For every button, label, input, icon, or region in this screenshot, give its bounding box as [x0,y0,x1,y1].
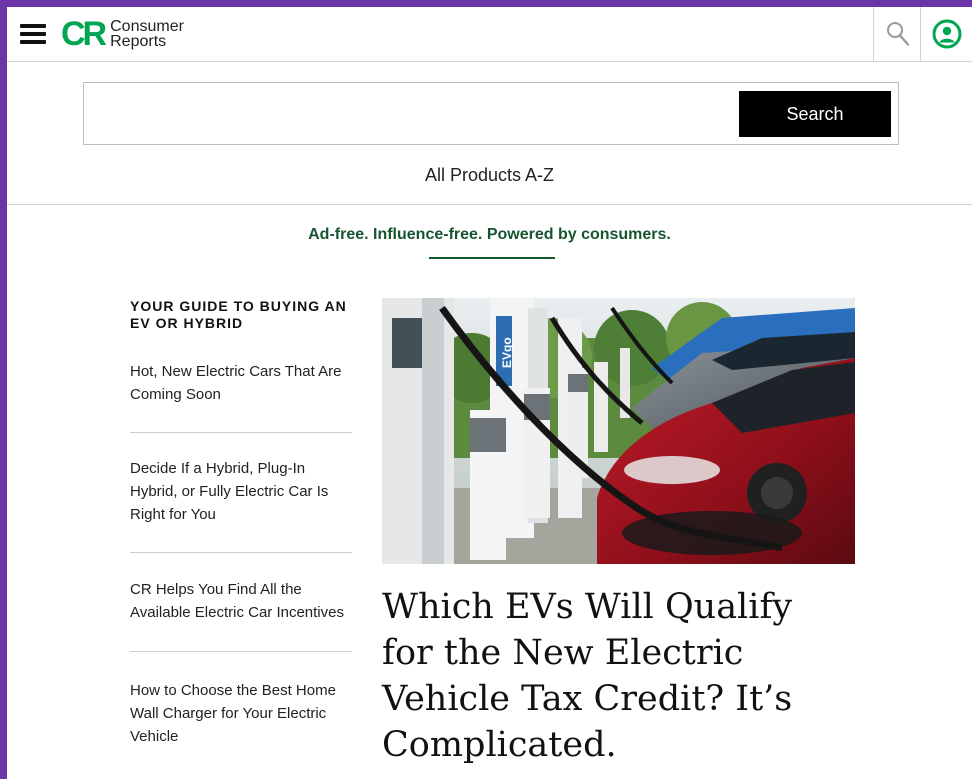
search-icon [886,22,909,46]
guide-list: Hot, New Electric Cars That Are Coming S… [130,332,352,748]
account-icon [932,19,962,49]
consumer-reports-logo[interactable]: CR Consumer Reports [61,13,184,55]
ev-charging-photo: EVgo [382,298,855,564]
ev-guide-sidebar: YOUR GUIDE TO BUYING AN EV OR HYBRID Hot… [130,298,352,748]
search-panel: Search All Products A-Z [7,62,972,205]
guide-link-home-wall-charger[interactable]: How to Choose the Best Home Wall Charger… [130,652,352,748]
guide-link-ev-incentives[interactable]: CR Helps You Find All the Available Elec… [130,553,352,652]
guide-title: YOUR GUIDE TO BUYING AN EV OR HYBRID [130,298,347,331]
search-button[interactable]: Search [739,91,891,137]
search-input[interactable] [90,91,734,137]
hero-charger-brand-label: EVgo [500,337,514,368]
site-header: CR Consumer Reports [7,7,972,62]
guide-link-hybrid-vs-electric[interactable]: Decide If a Hybrid, Plug-In Hybrid, or F… [130,433,352,553]
logo-line-2: Reports [110,33,167,50]
search-box: Search [83,82,899,145]
logo-wordmark: Consumer Reports [110,19,184,50]
logo-mark: CR [61,15,107,53]
article-headline[interactable]: Which EVs Will Qualify for the New Elect… [382,584,852,768]
header-account-button[interactable] [920,7,972,61]
article-hero-image[interactable]: EVgo [382,298,855,564]
tagline-divider [429,257,555,259]
header-search-button[interactable] [873,7,921,61]
all-products-a-z-link[interactable]: All Products A-Z [7,165,972,186]
guide-link-electric-cars-coming-soon[interactable]: Hot, New Electric Cars That Are Coming S… [130,332,352,433]
tagline: Ad-free. Influence-free. Powered by cons… [308,226,671,243]
page-frame: CR Consumer Reports Search All Products … [7,7,972,779]
hamburger-menu-icon[interactable] [20,24,46,46]
